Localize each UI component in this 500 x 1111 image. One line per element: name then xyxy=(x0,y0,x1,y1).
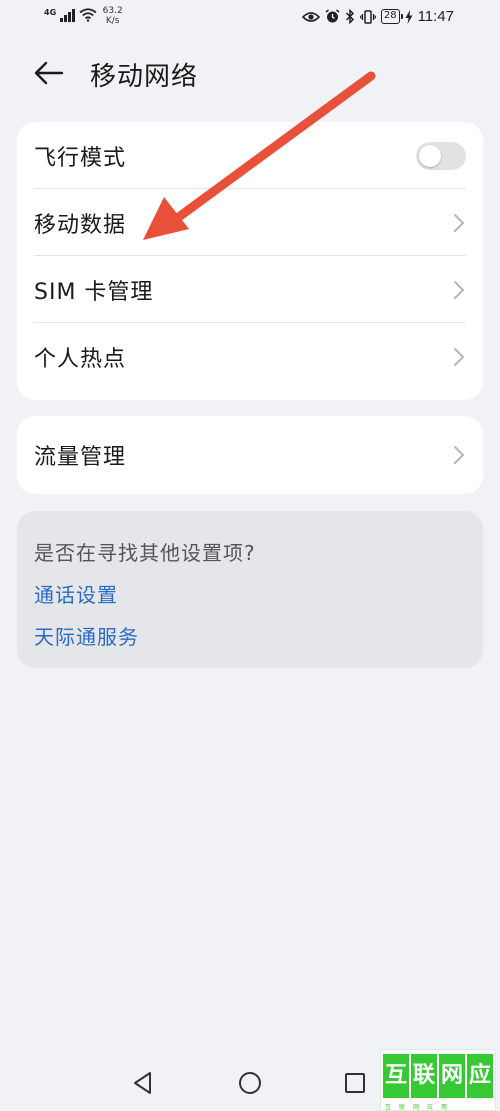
status-left: 4G 63.2 K/s xyxy=(44,6,123,26)
speed-unit: K/s xyxy=(105,16,120,26)
mobile-data-label: 移动数据 xyxy=(34,212,127,238)
settings-group-traffic: 流量管理 xyxy=(17,416,483,494)
watermark-char: 应 xyxy=(467,1054,493,1098)
network-type: 4G xyxy=(44,8,57,17)
toggle-knob xyxy=(419,144,441,167)
status-right: 28 11:47 xyxy=(301,8,454,25)
watermark-chars: 互 联 网 应 xyxy=(383,1054,493,1098)
airplane-mode-toggle[interactable] xyxy=(416,141,466,170)
network-speed: 63.2 K/s xyxy=(103,6,123,26)
traffic-management-row[interactable]: 流量管理 xyxy=(17,416,483,494)
watermark-subtitle: 互联网应用 xyxy=(385,1104,456,1111)
signal-icon xyxy=(60,9,75,22)
watermark-char: 互 xyxy=(383,1054,409,1098)
skytone-service-link[interactable]: 天际通服务 xyxy=(34,621,139,650)
triangle-back-icon xyxy=(134,1072,151,1094)
mobile-data-row[interactable]: 移动数据 xyxy=(17,189,483,256)
watermark-logo: 互 联 网 应 互联网应用 xyxy=(380,1049,496,1111)
nav-recent-button[interactable] xyxy=(342,1070,368,1096)
app-header: 移动网络 xyxy=(0,52,500,96)
page-title: 移动网络 xyxy=(90,62,199,92)
sim-management-row[interactable]: SIM 卡管理 xyxy=(17,256,483,323)
charging-icon xyxy=(405,9,413,24)
call-settings-link[interactable]: 通话设置 xyxy=(34,579,118,608)
speed-value: 63.2 xyxy=(102,6,123,16)
alarm-icon xyxy=(325,9,340,23)
settings-group-network: 飞行模式 移动数据 SIM 卡管理 个人热点 xyxy=(17,122,483,400)
status-bar: 4G 63.2 K/s 28 11:47 xyxy=(0,0,500,36)
watermark-char: 联 xyxy=(411,1054,437,1098)
suggestions-title: 是否在寻找其他设置项? xyxy=(34,541,256,565)
suggestions-panel: 是否在寻找其他设置项? 通话设置 天际通服务 xyxy=(17,511,483,668)
chevron-right-icon xyxy=(454,280,465,299)
chevron-right-icon xyxy=(454,347,465,366)
watermark-char: 网 xyxy=(439,1054,465,1098)
airplane-mode-label: 飞行模式 xyxy=(34,145,127,171)
vibrate-icon xyxy=(359,9,376,24)
square-recent-icon xyxy=(345,1073,365,1093)
arrow-left-icon xyxy=(34,61,64,85)
bluetooth-icon xyxy=(345,9,354,24)
traffic-management-label: 流量管理 xyxy=(34,445,127,470)
chevron-right-icon xyxy=(454,213,465,232)
back-button[interactable] xyxy=(32,58,66,88)
personal-hotspot-label: 个人热点 xyxy=(34,346,127,372)
wifi-icon xyxy=(79,8,97,22)
nav-home-button[interactable] xyxy=(237,1070,263,1096)
battery-icon: 28 xyxy=(380,9,403,24)
circle-home-icon xyxy=(239,1072,261,1094)
chevron-right-icon xyxy=(454,446,465,464)
personal-hotspot-row[interactable]: 个人热点 xyxy=(17,323,483,390)
nav-back-button[interactable] xyxy=(130,1070,156,1096)
sim-management-label: SIM 卡管理 xyxy=(34,279,154,305)
airplane-mode-row[interactable]: 飞行模式 xyxy=(17,122,483,189)
clock: 11:47 xyxy=(417,8,454,25)
eye-icon xyxy=(301,11,320,22)
